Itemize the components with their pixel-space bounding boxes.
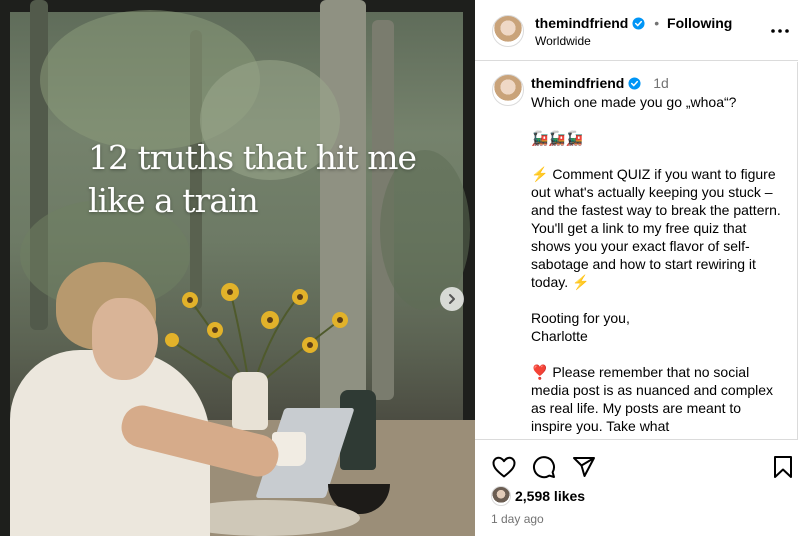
username-link[interactable]: themindfriend [535, 15, 628, 31]
caption-text: Which one made you go „whoa“? 🚂🚂🚂 ⚡ Comm… [531, 94, 781, 434]
next-slide-button[interactable] [440, 287, 464, 311]
dot-separator: • [654, 15, 660, 31]
verified-badge-icon [632, 17, 645, 30]
like-button[interactable] [491, 454, 517, 480]
location-link[interactable]: Worldwide [535, 33, 732, 49]
chevron-right-icon [449, 294, 455, 304]
window-frame-left [0, 0, 10, 536]
share-icon [573, 457, 595, 477]
share-button[interactable] [571, 454, 597, 480]
header-meta: themindfriend • Following Worldwide [535, 15, 732, 49]
more-options-button[interactable] [768, 22, 792, 40]
following-button[interactable]: Following [667, 15, 732, 31]
instagram-post-view: 12 truths that hit me like a train themi… [0, 0, 798, 536]
comment-button[interactable] [531, 454, 557, 480]
post-date[interactable]: 1 day ago [491, 512, 544, 526]
action-bar: 2,598 likes 1 day ago [475, 439, 798, 536]
caption-avatar[interactable] [492, 74, 524, 106]
verified-badge-icon [628, 77, 641, 90]
caption-username-link[interactable]: themindfriend [531, 75, 624, 91]
woman-face [92, 298, 158, 380]
likes-row[interactable]: 2,598 likes [491, 486, 585, 506]
save-button[interactable] [770, 454, 796, 480]
post-header: themindfriend • Following Worldwide [475, 0, 798, 61]
image-overlay-text: 12 truths that hit me like a train [88, 138, 417, 220]
bookmark-icon [774, 456, 792, 478]
post-image[interactable]: 12 truths that hit me like a train [0, 0, 475, 536]
caption-age[interactable]: 1d [653, 75, 669, 91]
post-sidebar: themindfriend • Following Worldwide them… [475, 0, 798, 536]
caption-section: themindfriend 1d Which one made you go „… [475, 62, 798, 439]
comment-icon [533, 456, 555, 479]
liker-avatar [491, 486, 511, 506]
window-frame-top [0, 0, 475, 12]
caption-header: themindfriend 1d [531, 75, 669, 92]
heart-icon [492, 456, 516, 478]
more-icon [771, 29, 789, 33]
avatar[interactable] [492, 15, 524, 47]
likes-count[interactable]: 2,598 likes [515, 488, 585, 504]
vase [232, 372, 268, 430]
